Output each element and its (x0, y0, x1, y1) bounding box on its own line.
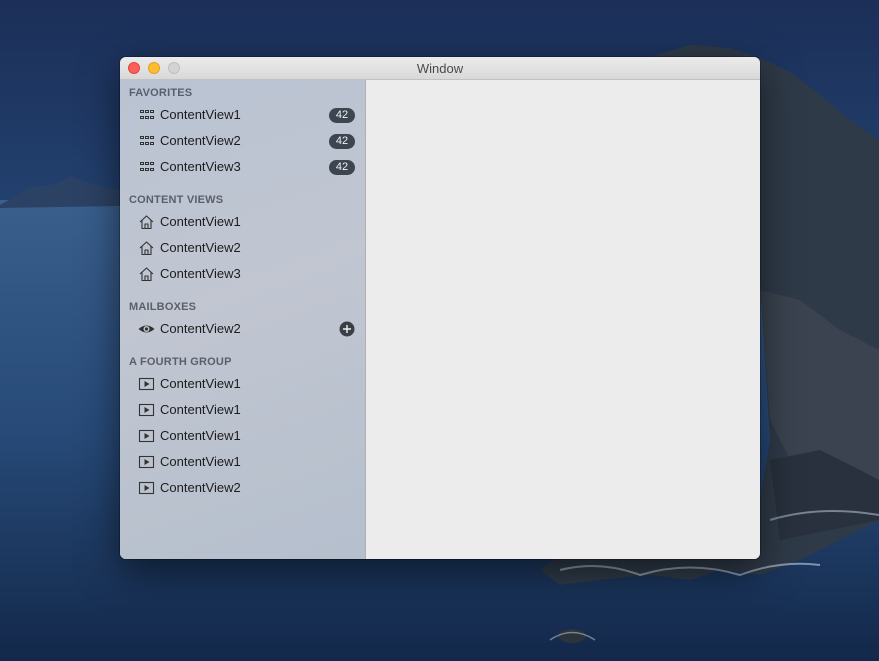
sidebar-item-label: ContentView2 (160, 321, 241, 336)
play-box-icon (138, 480, 155, 496)
sidebar-item-label: ContentView2 (160, 480, 241, 495)
sidebar-item-label: ContentView2 (160, 240, 241, 255)
sidebar-item-label: ContentView1 (160, 376, 241, 391)
sidebar-item-content-views-contentview3[interactable]: ContentView3 (120, 261, 365, 287)
sidebar-item-content-views-contentview1[interactable]: ContentView1 (120, 209, 365, 235)
sidebar-item-fourth-group-3[interactable]: ContentView1 (120, 423, 365, 449)
sidebar-item-label: ContentView1 (160, 214, 241, 229)
group-header-favorites: FAVORITES (129, 87, 193, 99)
sidebar-item-label: ContentView1 (160, 402, 241, 417)
sidebar-item-label: ContentView1 (160, 107, 241, 122)
sidebar-item-label: ContentView3 (160, 266, 241, 281)
grid-icon (138, 107, 155, 123)
plus-circle-icon[interactable] (339, 321, 355, 337)
sidebar-item-favorites-contentview1[interactable]: ContentView1 42 (120, 102, 365, 128)
sidebar-item-label: ContentView1 (160, 454, 241, 469)
group-header-a-fourth-group: A FOURTH GROUP (129, 356, 232, 368)
sidebar-item-fourth-group-5[interactable]: ContentView2 (120, 475, 365, 501)
sidebar-item-fourth-group-4[interactable]: ContentView1 (120, 449, 365, 475)
app-window: Window FAVORITES ContentView1 42 Content… (120, 57, 760, 559)
sidebar-item-label: ContentView1 (160, 428, 241, 443)
house-icon (138, 214, 155, 230)
count-badge: 42 (329, 108, 355, 123)
play-box-icon (138, 376, 155, 392)
sidebar-item-label: ContentView2 (160, 133, 241, 148)
eye-icon (138, 321, 155, 337)
play-box-icon (138, 454, 155, 470)
house-icon (138, 266, 155, 282)
sidebar-item-favorites-contentview3[interactable]: ContentView3 42 (120, 154, 365, 180)
sidebar-item-content-views-contentview2[interactable]: ContentView2 (120, 235, 365, 261)
sidebar-item-mailboxes-contentview2[interactable]: ContentView2 (120, 316, 365, 342)
count-badge: 42 (329, 134, 355, 149)
group-header-mailboxes: MAILBOXES (129, 301, 197, 313)
sidebar-item-fourth-group-2[interactable]: ContentView1 (120, 397, 365, 423)
grid-icon (138, 159, 155, 175)
play-box-icon (138, 428, 155, 444)
sidebar-item-fourth-group-1[interactable]: ContentView1 (120, 371, 365, 397)
sidebar-item-favorites-contentview2[interactable]: ContentView2 42 (120, 128, 365, 154)
house-icon (138, 240, 155, 256)
group-header-content-views: CONTENT VIEWS (129, 194, 224, 206)
count-badge: 42 (329, 160, 355, 175)
content-pane (366, 80, 760, 559)
grid-icon (138, 133, 155, 149)
play-box-icon (138, 402, 155, 418)
window-title: Window (416, 61, 464, 76)
sidebar-item-label: ContentView3 (160, 159, 241, 174)
sidebar: FAVORITES ContentView1 42 ContentView2 4… (120, 80, 366, 559)
title-bar[interactable]: Window (120, 57, 760, 80)
